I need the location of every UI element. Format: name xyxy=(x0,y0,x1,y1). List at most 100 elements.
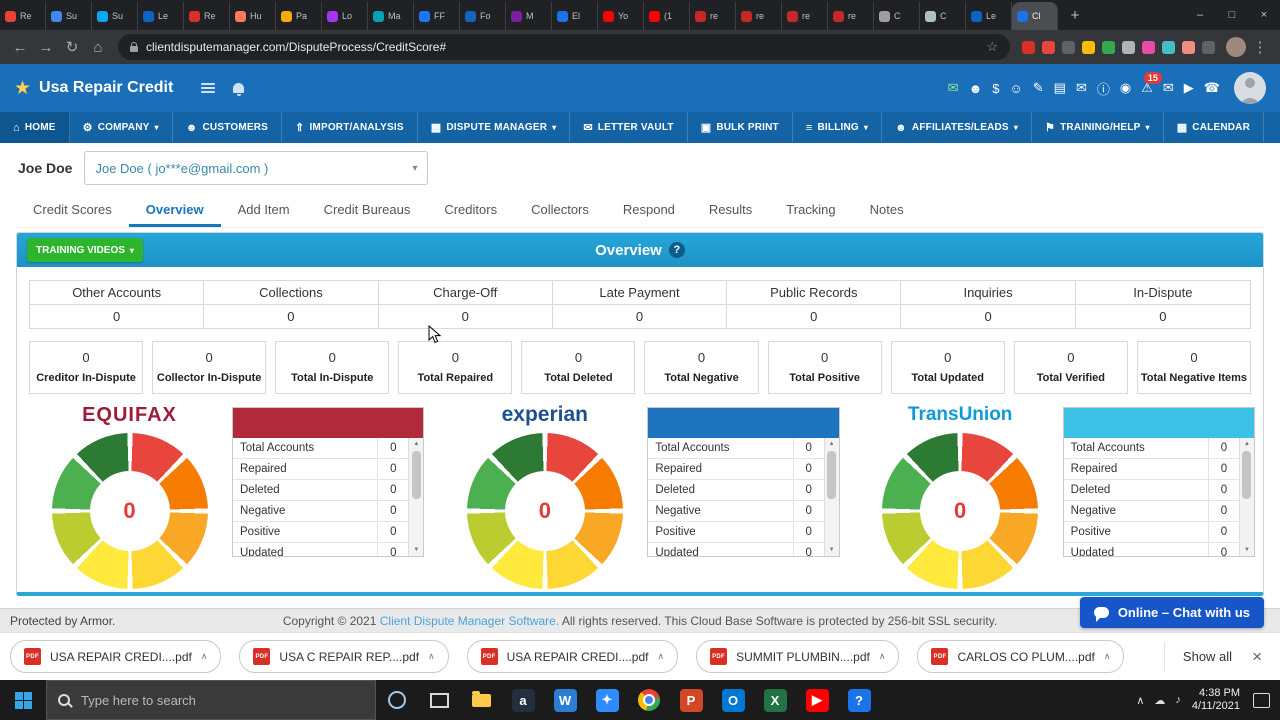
browser-tab[interactable]: C xyxy=(920,2,966,30)
window-close-button[interactable]: × xyxy=(1248,0,1280,30)
taskbar-clock[interactable]: 4:38 PM 4/11/2021 xyxy=(1192,687,1240,713)
search-input[interactable] xyxy=(79,691,364,709)
browser-profile-avatar[interactable] xyxy=(1226,37,1246,57)
youtube-icon[interactable]: ▶ xyxy=(796,680,838,720)
tab-add-item[interactable]: Add Item xyxy=(221,194,307,227)
chevron-up-icon[interactable]: ∧ xyxy=(657,651,664,662)
show-all-button[interactable]: Show all xyxy=(1183,649,1232,664)
window-minimize-button[interactable]: – xyxy=(1184,0,1216,30)
download-item[interactable]: PDF USA REPAIR CREDI....pdf ∧ xyxy=(10,640,222,673)
address-bar[interactable]: clientdisputemanager.com/DisputeProcess/… xyxy=(118,34,1010,60)
nav-item-training-help[interactable]: ⚑ TRAINING/HELP ▾ xyxy=(1032,112,1164,143)
browser-menu-icon[interactable]: ⋮ xyxy=(1248,38,1272,56)
browser-tab[interactable]: M xyxy=(506,2,552,30)
browser-tab[interactable]: Re xyxy=(0,2,46,30)
extension-icon[interactable] xyxy=(1042,40,1055,54)
menu-lines-icon[interactable] xyxy=(201,83,216,93)
browser-tab[interactable]: re xyxy=(736,2,782,30)
browser-tab[interactable]: Pa xyxy=(276,2,322,30)
close-shelf-button[interactable]: × xyxy=(1252,647,1262,667)
chevron-up-icon[interactable]: ∧ xyxy=(1104,651,1111,662)
tray-icon[interactable]: ♪ xyxy=(1175,694,1181,706)
documents-icon[interactable]: ▤ xyxy=(1054,80,1066,96)
notification-center-icon[interactable] xyxy=(1253,692,1270,708)
extension-icon[interactable] xyxy=(1082,40,1095,54)
browser-tab[interactable]: Su xyxy=(92,2,138,30)
download-item[interactable]: PDF USA REPAIR CREDI....pdf ∧ xyxy=(466,640,679,673)
browser-tab[interactable]: Ma xyxy=(368,2,414,30)
nav-item-company[interactable]: ⚙ COMPANY ▾ xyxy=(70,112,173,143)
extension-icon[interactable] xyxy=(1202,40,1215,54)
scrollbar-thumb[interactable] xyxy=(827,451,837,499)
back-button[interactable]: ← xyxy=(8,39,32,56)
browser-tab[interactable]: re xyxy=(828,2,874,30)
nav-item-calendar[interactable]: ▦ CALENDAR xyxy=(1164,112,1265,143)
powerpoint-icon[interactable]: P xyxy=(670,680,712,720)
extension-icon[interactable] xyxy=(1182,40,1195,54)
scrollbar-thumb[interactable] xyxy=(1242,451,1252,499)
message-icon[interactable]: ✉ xyxy=(1076,80,1087,96)
new-tab-button[interactable]: + xyxy=(1063,3,1087,27)
video-icon[interactable]: ▶ xyxy=(1184,80,1194,96)
download-item[interactable]: PDF SUMMIT PLUMBIN....pdf ∧ xyxy=(696,640,900,673)
scroll-up-icon[interactable]: ▲ xyxy=(829,440,835,448)
table-scrollbar[interactable]: ▲ ▼ xyxy=(823,438,839,556)
nav-item-affiliates-leads[interactable]: ☻ AFFILIATES/LEADS ▾ xyxy=(882,112,1033,143)
browser-tab[interactable]: Lo xyxy=(322,2,368,30)
extension-icon[interactable] xyxy=(1162,40,1175,54)
info-icon[interactable]: ⓘ xyxy=(1097,79,1110,98)
help-icon[interactable]: ? xyxy=(668,242,685,258)
window-maximize-button[interactable]: □ xyxy=(1216,0,1248,30)
browser-tab[interactable]: Le xyxy=(138,2,184,30)
tab-creditors[interactable]: Creditors xyxy=(427,194,514,227)
nav-item-home[interactable]: ⌂ HOME xyxy=(0,112,70,143)
browser-tab[interactable]: Yo xyxy=(598,2,644,30)
word-icon[interactable]: W xyxy=(544,680,586,720)
browser-tab[interactable]: Su xyxy=(46,2,92,30)
tab-credit-bureaus[interactable]: Credit Bureaus xyxy=(307,194,428,227)
extension-icon[interactable] xyxy=(1102,40,1115,54)
taskbar-search[interactable] xyxy=(46,680,376,720)
tab-notes[interactable]: Notes xyxy=(853,194,921,227)
task-view-icon[interactable] xyxy=(418,680,460,720)
browser-tab[interactable]: Le xyxy=(966,2,1012,30)
nav-item-billing[interactable]: ≡ BILLING ▾ xyxy=(793,112,883,143)
extension-icon[interactable] xyxy=(1122,40,1135,54)
browser-home-button[interactable]: ⌂ xyxy=(86,39,110,56)
scroll-up-icon[interactable]: ▲ xyxy=(413,440,419,448)
help-icon[interactable]: ? xyxy=(838,680,880,720)
user-avatar[interactable] xyxy=(1234,72,1266,104)
browser-tab[interactable]: re xyxy=(690,2,736,30)
scroll-up-icon[interactable]: ▲ xyxy=(1244,440,1250,448)
chrome-icon[interactable] xyxy=(628,680,670,720)
tab-results[interactable]: Results xyxy=(692,194,769,227)
file-explorer-icon[interactable] xyxy=(460,680,502,720)
software-link[interactable]: Client Dispute Manager Software. xyxy=(380,614,559,628)
browser-tab[interactable]: (1 xyxy=(644,2,690,30)
extension-icon[interactable] xyxy=(1062,40,1075,54)
table-scrollbar[interactable]: ▲ ▼ xyxy=(408,438,424,556)
download-item[interactable]: PDF USA C REPAIR REP....pdf ∧ xyxy=(239,640,449,673)
training-videos-button[interactable]: TRAINING VIDEOS ▾ xyxy=(27,238,143,262)
tab-respond[interactable]: Respond xyxy=(606,194,692,227)
download-item[interactable]: PDF CARLOS CO PLUM....pdf ∧ xyxy=(917,640,1125,673)
chevron-up-icon[interactable]: ∧ xyxy=(201,651,208,662)
zoom-icon[interactable]: ✦ xyxy=(586,680,628,720)
table-scrollbar[interactable]: ▲ ▼ xyxy=(1238,438,1254,556)
cortana-icon[interactable] xyxy=(376,680,418,720)
browser-tab[interactable]: C xyxy=(874,2,920,30)
tab-credit-scores[interactable]: Credit Scores xyxy=(16,194,129,227)
mail-icon[interactable]: ✉ xyxy=(948,80,959,96)
scrollbar-thumb[interactable] xyxy=(411,451,421,499)
browser-tab[interactable]: re xyxy=(782,2,828,30)
forward-button[interactable]: → xyxy=(34,39,58,56)
nav-item-letter-vault[interactable]: ✉ LETTER VAULT xyxy=(570,112,688,143)
start-button[interactable] xyxy=(0,680,46,720)
chevron-up-icon[interactable]: ∧ xyxy=(879,651,886,662)
extension-icon[interactable] xyxy=(1022,40,1035,54)
excel-icon[interactable]: X xyxy=(754,680,796,720)
bookmark-star-icon[interactable]: ☆ xyxy=(986,39,998,55)
alerts-icon[interactable]: ⚠ 15 xyxy=(1141,72,1162,96)
edit-icon[interactable]: ✎ xyxy=(1033,80,1044,96)
globe-icon[interactable]: ◉ xyxy=(1120,80,1131,96)
